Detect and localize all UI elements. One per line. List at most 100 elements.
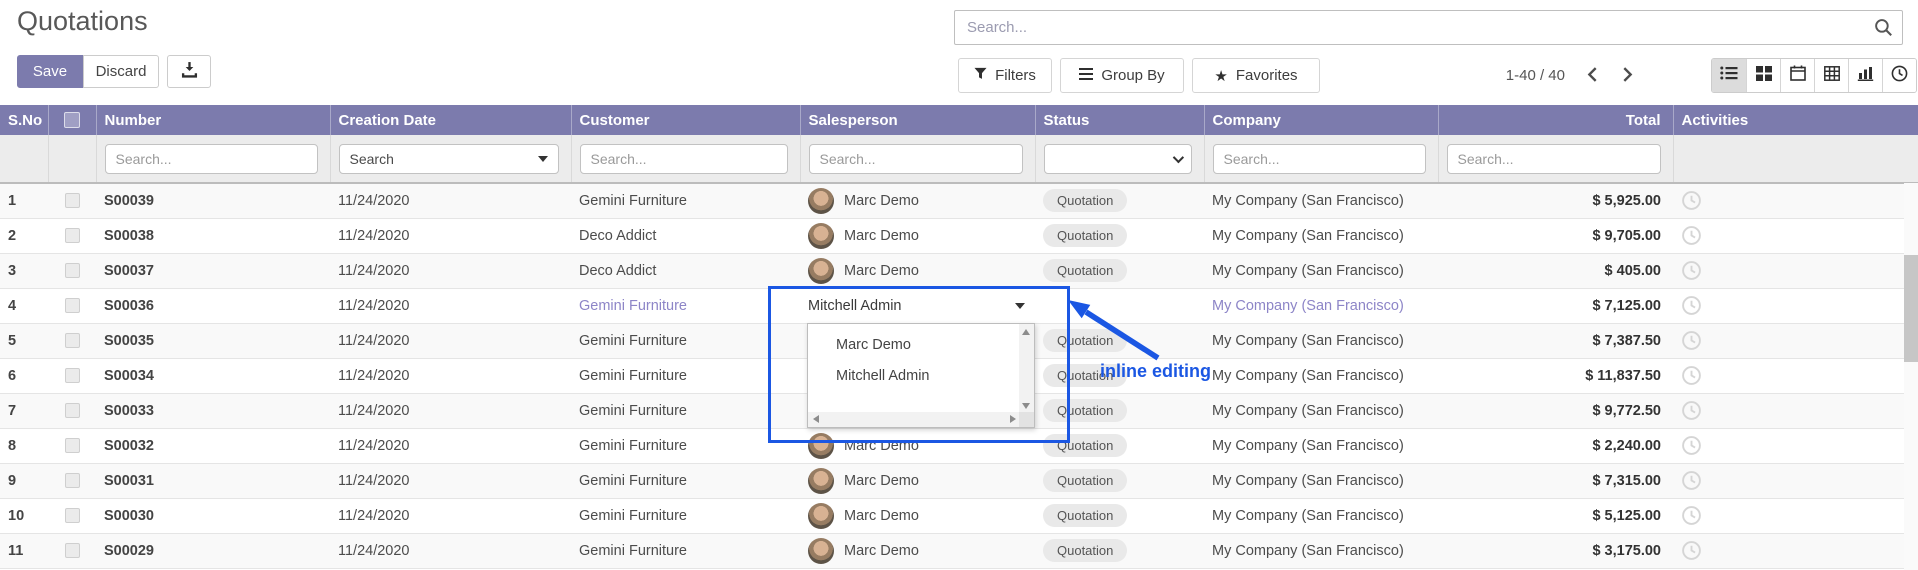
row-checkbox[interactable] xyxy=(65,263,80,278)
scroll-down-icon[interactable] xyxy=(1022,403,1030,409)
cell-customer[interactable]: Gemini Furniture xyxy=(571,323,800,358)
filter-status-select[interactable] xyxy=(1044,144,1192,174)
cell-status[interactable]: Quotation xyxy=(1035,498,1204,533)
cell-activities[interactable] xyxy=(1673,323,1918,358)
view-kanban-button[interactable] xyxy=(1746,59,1780,92)
cell-customer[interactable]: Gemini Furniture xyxy=(571,358,800,393)
filter-creation-date-combo[interactable]: Search xyxy=(339,144,559,174)
cell-creation-date[interactable]: 11/24/2020 xyxy=(330,533,571,568)
cell-number[interactable]: S00034 xyxy=(96,358,330,393)
cell-company[interactable]: My Company (San Francisco) xyxy=(1204,323,1438,358)
row-checkbox[interactable] xyxy=(65,438,80,453)
cell-total[interactable]: $ 405.00 xyxy=(1438,253,1673,288)
select-all-checkbox[interactable] xyxy=(64,112,80,128)
cell-status[interactable]: Quotation xyxy=(1035,428,1204,463)
header-number[interactable]: Number xyxy=(96,105,330,135)
activity-clock-icon[interactable] xyxy=(1681,507,1702,523)
cell-number[interactable]: S00035 xyxy=(96,323,330,358)
activity-clock-icon[interactable] xyxy=(1681,367,1702,383)
cell-checkbox[interactable] xyxy=(48,533,96,568)
cell-company[interactable]: My Company (San Francisco) xyxy=(1204,498,1438,533)
table-row[interactable]: 3 S00037 11/24/2020 Deco Addict Marc Dem… xyxy=(0,253,1918,288)
cell-checkbox[interactable] xyxy=(48,463,96,498)
cell-total[interactable]: $ 9,705.00 xyxy=(1438,218,1673,253)
cell-activities[interactable] xyxy=(1673,288,1918,323)
dropdown-horizontal-scrollbar[interactable] xyxy=(808,412,1021,427)
row-checkbox[interactable] xyxy=(65,508,80,523)
cell-customer[interactable]: Gemini Furniture xyxy=(571,183,800,218)
view-calendar-button[interactable] xyxy=(1780,59,1814,92)
cell-number[interactable]: S00038 xyxy=(96,218,330,253)
cell-creation-date[interactable]: 11/24/2020 xyxy=(330,463,571,498)
header-activities[interactable]: Activities xyxy=(1673,105,1918,135)
cell-customer[interactable]: Gemini Furniture xyxy=(571,463,800,498)
cell-status[interactable]: Quotation xyxy=(1035,393,1204,428)
cell-company[interactable]: My Company (San Francisco) xyxy=(1204,428,1438,463)
favorites-button[interactable]: ★ Favorites xyxy=(1192,58,1320,93)
cell-creation-date[interactable]: 11/24/2020 xyxy=(330,253,571,288)
cell-activities[interactable] xyxy=(1673,218,1918,253)
header-customer[interactable]: Customer xyxy=(571,105,800,135)
cell-activities[interactable] xyxy=(1673,393,1918,428)
cell-company[interactable]: My Company (San Francisco) xyxy=(1204,463,1438,498)
discard-button[interactable]: Discard xyxy=(83,55,159,88)
cell-company[interactable]: My Company (San Francisco) xyxy=(1204,183,1438,218)
cell-customer[interactable]: Gemini Furniture xyxy=(571,288,800,323)
activity-clock-icon[interactable] xyxy=(1681,437,1702,453)
cell-checkbox[interactable] xyxy=(48,393,96,428)
cell-company[interactable]: My Company (San Francisco) xyxy=(1204,253,1438,288)
scroll-right-icon[interactable] xyxy=(1010,415,1016,423)
table-row[interactable]: 2 S00038 11/24/2020 Deco Addict Marc Dem… xyxy=(0,218,1918,253)
cell-customer[interactable]: Gemini Furniture xyxy=(571,498,800,533)
cell-activities[interactable] xyxy=(1673,358,1918,393)
cell-checkbox[interactable] xyxy=(48,498,96,533)
header-salesperson[interactable]: Salesperson xyxy=(800,105,1035,135)
cell-creation-date[interactable]: 11/24/2020 xyxy=(330,393,571,428)
cell-company[interactable]: My Company (San Francisco) xyxy=(1204,218,1438,253)
cell-activities[interactable] xyxy=(1673,183,1918,218)
view-activity-button[interactable] xyxy=(1882,59,1916,92)
cell-status[interactable]: Quotation xyxy=(1035,218,1204,253)
table-row[interactable]: 1 S00039 11/24/2020 Gemini Furniture Mar… xyxy=(0,183,1918,218)
activity-clock-icon[interactable] xyxy=(1681,402,1702,418)
row-checkbox[interactable] xyxy=(65,403,80,418)
dropdown-vertical-scrollbar[interactable] xyxy=(1019,324,1034,414)
cell-checkbox[interactable] xyxy=(48,323,96,358)
cell-activities[interactable] xyxy=(1673,428,1918,463)
cell-company[interactable]: My Company (San Francisco) xyxy=(1204,393,1438,428)
dropdown-option-mitchell-admin[interactable]: Mitchell Admin xyxy=(808,361,1021,392)
cell-creation-date[interactable]: 11/24/2020 xyxy=(330,358,571,393)
view-list-button[interactable] xyxy=(1712,59,1746,92)
cell-total[interactable]: $ 2,240.00 xyxy=(1438,428,1673,463)
cell-checkbox[interactable] xyxy=(48,253,96,288)
cell-number[interactable]: S00032 xyxy=(96,428,330,463)
cell-customer[interactable]: Gemini Furniture xyxy=(571,428,800,463)
filter-salesperson-input[interactable] xyxy=(809,144,1023,174)
cell-checkbox[interactable] xyxy=(48,288,96,323)
cell-status[interactable]: Quotation xyxy=(1035,253,1204,288)
cell-status[interactable]: Quotation xyxy=(1035,533,1204,568)
cell-creation-date[interactable]: 11/24/2020 xyxy=(330,183,571,218)
cell-company[interactable]: My Company (San Francisco) xyxy=(1204,288,1438,323)
view-pivot-button[interactable] xyxy=(1814,59,1848,92)
filters-button[interactable]: Filters xyxy=(958,58,1052,93)
cell-checkbox[interactable] xyxy=(48,358,96,393)
cell-salesperson[interactable]: Marc Demo xyxy=(800,428,1035,463)
row-checkbox[interactable] xyxy=(65,228,80,243)
cell-creation-date[interactable]: 11/24/2020 xyxy=(330,323,571,358)
cell-total[interactable]: $ 7,125.00 xyxy=(1438,288,1673,323)
cell-customer[interactable]: Gemini Furniture xyxy=(571,533,800,568)
header-total[interactable]: Total xyxy=(1438,105,1673,135)
view-graph-button[interactable] xyxy=(1848,59,1882,92)
group-by-button[interactable]: Group By xyxy=(1060,58,1184,93)
cell-status[interactable]: Quotation xyxy=(1035,183,1204,218)
cell-activities[interactable] xyxy=(1673,253,1918,288)
cell-number[interactable]: S00036 xyxy=(96,288,330,323)
header-creation-date[interactable]: Creation Date xyxy=(330,105,571,135)
header-status[interactable]: Status xyxy=(1035,105,1204,135)
cell-number[interactable]: S00031 xyxy=(96,463,330,498)
row-checkbox[interactable] xyxy=(65,543,80,558)
table-row[interactable]: 8 S00032 11/24/2020 Gemini Furniture Mar… xyxy=(0,428,1918,463)
cell-salesperson[interactable]: Marc Demo xyxy=(800,218,1035,253)
cell-total[interactable]: $ 3,175.00 xyxy=(1438,533,1673,568)
